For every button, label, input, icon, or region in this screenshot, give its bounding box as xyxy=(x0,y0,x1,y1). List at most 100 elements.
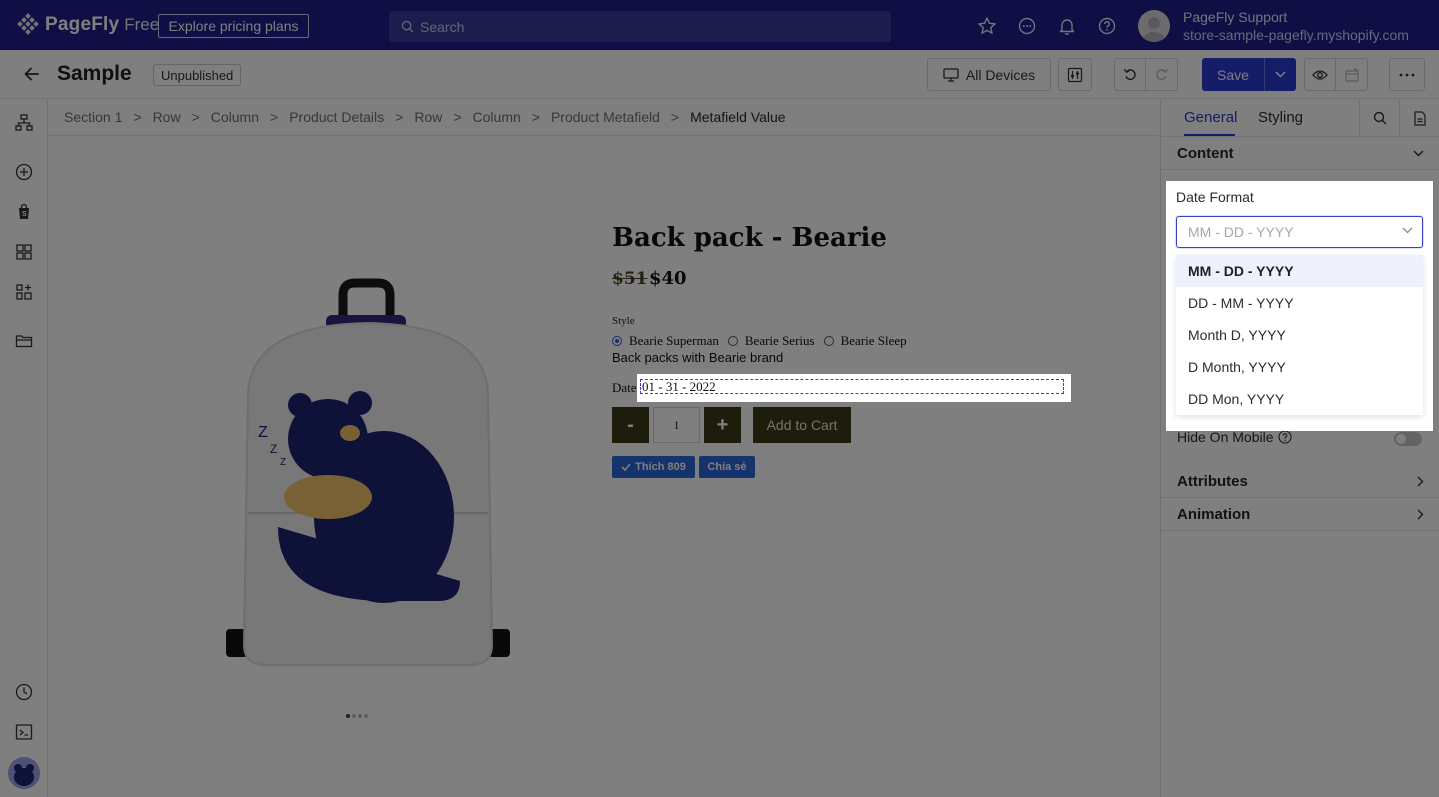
metafield-date-value[interactable]: 01 - 31 - 2022 xyxy=(640,379,1064,394)
tab-general[interactable]: General xyxy=(1184,109,1237,126)
redo-button[interactable] xyxy=(1146,59,1177,90)
help-icon[interactable] xyxy=(1277,430,1292,444)
undo-button[interactable] xyxy=(1115,59,1147,90)
sliders-icon xyxy=(1067,67,1083,82)
facebook-share-button[interactable]: Chia sẻ xyxy=(699,456,755,478)
hide-on-mobile-row: Hide On Mobile xyxy=(1177,429,1292,445)
star-icon[interactable] xyxy=(977,16,997,36)
radio-button[interactable] xyxy=(823,336,834,346)
breadcrumb-item[interactable]: Column xyxy=(211,109,259,125)
publish-icon xyxy=(1344,68,1359,82)
search-icon xyxy=(401,20,414,33)
carousel-dot[interactable] xyxy=(358,714,362,718)
active-tab-indicator xyxy=(1184,134,1235,136)
top-bar: PageFly Free Explore pricing plans Searc… xyxy=(0,0,1439,50)
bell-icon[interactable] xyxy=(1057,16,1077,36)
variant-label: Style xyxy=(612,315,635,327)
radio-button[interactable] xyxy=(727,336,738,346)
chevron-right-icon xyxy=(1417,476,1424,486)
pagefly-logo-icon xyxy=(17,13,39,35)
breadcrumb-item[interactable]: Product Metafield xyxy=(551,109,660,125)
content-section-header[interactable]: Content xyxy=(1161,137,1439,170)
explore-pricing-button[interactable]: Explore pricing plans xyxy=(158,14,309,38)
panel-search-button[interactable] xyxy=(1359,99,1399,137)
desktop-icon xyxy=(943,67,959,82)
animation-section-header[interactable]: Animation xyxy=(1161,498,1439,531)
product-price: $40 xyxy=(649,268,687,289)
panel-doc-button[interactable] xyxy=(1399,99,1439,137)
chat-icon[interactable] xyxy=(1017,16,1037,36)
facebook-like-button[interactable]: Thích 809 xyxy=(612,456,695,478)
folder-icon[interactable] xyxy=(15,332,33,350)
grid-icon[interactable] xyxy=(15,243,33,261)
save-options-button[interactable] xyxy=(1265,71,1296,78)
page-structure-icon[interactable] xyxy=(15,114,33,132)
bear-avatar[interactable] xyxy=(8,757,40,789)
svg-text:Z: Z xyxy=(270,442,277,456)
breadcrumb: Section 1 > Row > Column > Product Detai… xyxy=(48,99,1159,136)
tab-styling[interactable]: Styling xyxy=(1258,109,1303,126)
add-element-icon[interactable] xyxy=(15,163,33,181)
editor-canvas[interactable]: Z Z Z Back pack - Bearie $51 $40 Style B… xyxy=(48,137,1159,797)
hide-on-mobile-toggle[interactable] xyxy=(1394,432,1422,446)
all-devices-button[interactable]: All Devices xyxy=(927,58,1051,91)
breadcrumb-current[interactable]: Metafield Value xyxy=(690,109,785,125)
date-format-select[interactable]: MM - DD - YYYY xyxy=(1176,216,1423,248)
shopify-icon[interactable]: S xyxy=(15,203,33,221)
quantity-increase-button[interactable]: + xyxy=(704,407,741,443)
product-title: Back pack - Bearie xyxy=(612,223,887,253)
search-bar[interactable]: Search xyxy=(389,11,891,42)
more-options-button[interactable] xyxy=(1389,58,1425,91)
quantity-input[interactable]: 1 xyxy=(653,407,700,443)
breadcrumb-item[interactable]: Row xyxy=(414,109,442,125)
radio-button[interactable] xyxy=(612,336,622,346)
svg-text:Z: Z xyxy=(280,457,286,468)
history-icon[interactable] xyxy=(15,683,33,701)
carousel-dot[interactable] xyxy=(352,714,356,718)
save-button[interactable]: Save xyxy=(1202,58,1296,91)
backpack-product-image[interactable]: Z Z Z xyxy=(208,277,528,677)
svg-text:S: S xyxy=(22,211,27,218)
terminal-icon[interactable] xyxy=(15,723,33,741)
chevron-down-icon xyxy=(1402,227,1413,234)
variant-options: Bearie Superman Bearie Serius Bearie Sle… xyxy=(612,333,916,349)
left-toolbar: S xyxy=(0,99,48,797)
chevron-down-icon xyxy=(1275,71,1286,78)
breadcrumb-item[interactable]: Column xyxy=(473,109,521,125)
image-carousel-dots[interactable] xyxy=(346,714,370,718)
quantity-decrease-button[interactable]: - xyxy=(612,407,649,443)
add-to-cart-button[interactable]: Add to Cart xyxy=(753,407,851,443)
avatar xyxy=(1138,10,1170,42)
breadcrumb-item[interactable]: Section 1 xyxy=(64,109,122,125)
chevron-right-icon xyxy=(1417,509,1424,519)
date-format-option[interactable]: Month D, YYYY xyxy=(1176,319,1423,351)
apps-icon[interactable] xyxy=(15,283,33,301)
carousel-dot[interactable] xyxy=(364,714,368,718)
pagefly-logo[interactable]: PageFly Free xyxy=(16,13,159,37)
date-format-option[interactable]: MM - DD - YYYY xyxy=(1176,255,1423,287)
user-menu[interactable]: PageFly Support store-sample-pagefly.mys… xyxy=(1138,8,1409,44)
attributes-section-header[interactable]: Attributes xyxy=(1161,465,1439,498)
date-format-dropdown: MM - DD - YYYY DD - MM - YYYY Month D, Y… xyxy=(1176,255,1423,415)
date-format-option[interactable]: D Month, YYYY xyxy=(1176,351,1423,383)
undo-redo-group xyxy=(1114,58,1178,91)
variant-option[interactable]: Bearie Sleep xyxy=(823,333,907,349)
variant-option-label: Bearie Serius xyxy=(744,333,815,348)
check-icon xyxy=(621,463,631,471)
variant-option[interactable]: Bearie Superman xyxy=(612,333,719,349)
preview-button[interactable] xyxy=(1305,59,1337,90)
back-arrow-icon[interactable] xyxy=(22,64,42,84)
help-icon[interactable] xyxy=(1097,16,1117,36)
settings-sliders-button[interactable] xyxy=(1058,58,1092,91)
carousel-dot[interactable] xyxy=(346,714,350,718)
svg-text:Z: Z xyxy=(258,424,268,441)
variant-option[interactable]: Bearie Serius xyxy=(727,333,815,349)
date-format-option[interactable]: DD Mon, YYYY xyxy=(1176,383,1423,415)
publish-button[interactable] xyxy=(1336,59,1367,90)
hide-on-mobile-label: Hide On Mobile xyxy=(1177,429,1274,445)
breadcrumb-item[interactable]: Product Details xyxy=(289,109,384,125)
date-format-option[interactable]: DD - MM - YYYY xyxy=(1176,287,1423,319)
plan-name: Free xyxy=(124,15,160,34)
chevron-down-icon xyxy=(1413,150,1424,156)
breadcrumb-item[interactable]: Row xyxy=(153,109,181,125)
